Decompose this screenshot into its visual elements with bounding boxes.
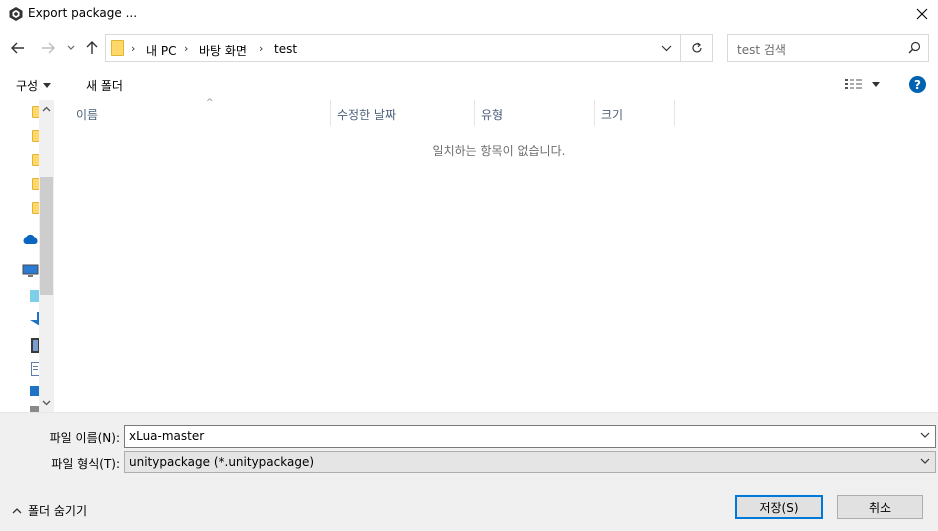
save-button[interactable]: 저장(S) bbox=[735, 495, 823, 519]
up-button[interactable] bbox=[83, 37, 101, 59]
breadcrumb-separator: › bbox=[259, 42, 264, 55]
search-box[interactable]: test 검색 bbox=[727, 34, 929, 62]
command-bar: 구성 새 폴더 ? bbox=[0, 72, 938, 98]
this-pc-icon[interactable] bbox=[22, 264, 39, 278]
cancel-button[interactable]: 취소 bbox=[837, 495, 923, 519]
recent-locations-button[interactable] bbox=[64, 37, 78, 59]
column-header-label: 수정한 날짜 bbox=[337, 108, 397, 122]
onedrive-icon[interactable] bbox=[22, 234, 39, 245]
title-bar: Export package ... bbox=[0, 0, 938, 28]
organize-button[interactable]: 구성 bbox=[16, 77, 52, 94]
file-list[interactable]: 이름 ^ 수정한 날짜 유형 크기 일치하는 항목이 없습니다. bbox=[60, 98, 938, 412]
change-view-button[interactable] bbox=[845, 78, 880, 90]
hide-folders-button[interactable]: 폴더 숨기기 bbox=[12, 502, 87, 519]
nav-scrollbar[interactable] bbox=[39, 100, 54, 412]
column-header-size[interactable]: 크기 bbox=[595, 100, 675, 126]
column-header-type[interactable]: 유형 bbox=[475, 100, 595, 126]
caret-down-icon bbox=[872, 81, 880, 87]
column-header-date-modified[interactable]: 수정한 날짜 bbox=[331, 100, 475, 126]
nav-scroll-thumb[interactable] bbox=[40, 177, 53, 295]
scroll-up-icon[interactable] bbox=[42, 106, 51, 112]
save-options-panel: 파일 이름(N): xLua-master 파일 형식(T): unitypac… bbox=[0, 412, 938, 531]
column-header-label: 이름 bbox=[76, 108, 99, 122]
close-button[interactable] bbox=[906, 0, 938, 28]
column-header-label: 유형 bbox=[481, 108, 504, 122]
breadcrumb-my-pc[interactable]: 내 PC bbox=[146, 42, 176, 59]
search-placeholder: test 검색 bbox=[737, 43, 786, 57]
forward-button[interactable] bbox=[38, 37, 58, 59]
chevron-up-icon bbox=[12, 508, 22, 514]
caret-down-icon bbox=[43, 83, 52, 88]
sort-arrow-icon: ^ bbox=[206, 98, 214, 108]
arrow-up-icon bbox=[86, 41, 98, 54]
breadcrumb-separator: › bbox=[184, 42, 189, 55]
filename-input[interactable]: xLua-master bbox=[124, 425, 936, 448]
details-view-icon bbox=[845, 79, 862, 89]
refresh-icon bbox=[691, 42, 702, 53]
refresh-button[interactable] bbox=[681, 34, 713, 62]
address-bar[interactable]: › 내 PC › 바탕 화면 › test bbox=[105, 34, 681, 62]
help-icon: ? bbox=[914, 77, 921, 92]
chevron-down-icon[interactable] bbox=[661, 45, 672, 52]
organize-label: 구성 bbox=[16, 79, 39, 93]
arrow-right-icon bbox=[42, 42, 55, 54]
hide-folders-label: 폴더 숨기기 bbox=[28, 504, 88, 518]
filename-value: xLua-master bbox=[129, 429, 205, 443]
chevron-down-icon bbox=[67, 45, 75, 50]
filetype-label: 파일 형식(T): bbox=[51, 457, 120, 471]
search-icon[interactable] bbox=[908, 41, 921, 54]
chevron-down-icon[interactable] bbox=[920, 432, 930, 439]
folder-icon bbox=[111, 40, 125, 56]
filetype-value: unitypackage (*.unitypackage) bbox=[129, 455, 315, 469]
breadcrumb-separator: › bbox=[131, 42, 136, 55]
help-button[interactable]: ? bbox=[909, 76, 926, 93]
column-header-label: 크기 bbox=[601, 108, 624, 122]
new-folder-button[interactable]: 새 폴더 bbox=[86, 77, 123, 94]
scroll-down-icon[interactable] bbox=[42, 400, 51, 406]
close-icon bbox=[916, 8, 928, 20]
unity-app-icon bbox=[9, 7, 23, 21]
breadcrumb-desktop[interactable]: 바탕 화면 bbox=[199, 42, 247, 59]
chevron-down-icon bbox=[920, 458, 930, 464]
column-header-name[interactable]: 이름 ^ bbox=[70, 98, 331, 126]
back-button[interactable] bbox=[8, 37, 28, 59]
filename-label: 파일 이름(N): bbox=[49, 431, 120, 445]
filetype-select[interactable]: unitypackage (*.unitypackage) bbox=[124, 451, 936, 473]
arrow-left-icon bbox=[11, 42, 24, 54]
empty-list-message: 일치하는 항목이 없습니다. bbox=[432, 144, 566, 158]
window-title: Export package ... bbox=[28, 6, 138, 20]
breadcrumb-test[interactable]: test bbox=[274, 42, 297, 56]
